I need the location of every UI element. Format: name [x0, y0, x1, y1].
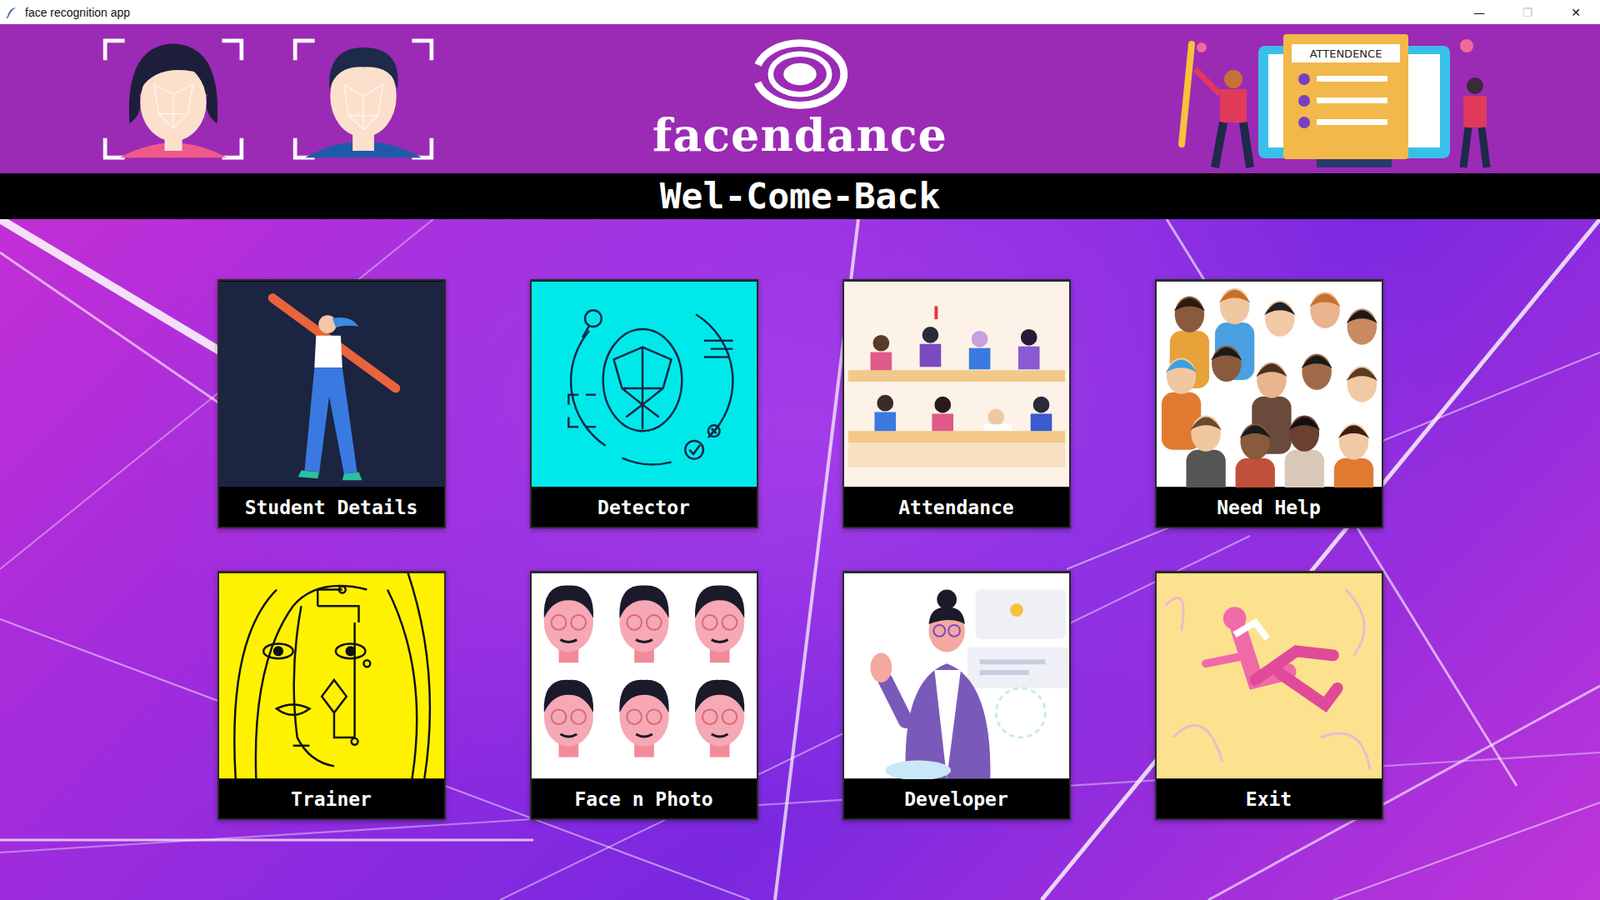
menu-tile[interactable]: Detector: [530, 279, 759, 529]
tile-picture: [219, 572, 445, 780]
face-mesh-detector-icon: [531, 280, 757, 488]
header-banner: facendance ATTENDENCE: [0, 24, 1600, 174]
tile-picture: [1156, 280, 1382, 488]
window-control-button[interactable]: —: [1455, 0, 1504, 25]
tile-picture: [531, 280, 757, 488]
menu-tile[interactable]: Developer: [842, 570, 1071, 820]
attendance-illustration-icon: ATTENDENCE: [1166, 27, 1500, 174]
tile-picture: [1156, 572, 1382, 780]
menu-tile[interactable]: Attendance: [842, 279, 1071, 529]
tile-label: Trainer: [219, 779, 445, 819]
classroom-icon: [844, 280, 1070, 488]
tile-label: Face n Photo: [531, 779, 757, 819]
title-bar: face recognition app —❐✕: [0, 0, 1600, 25]
tile-picture: [219, 280, 445, 488]
tile-label: Exit: [1156, 779, 1382, 819]
menu-tile[interactable]: Exit: [1155, 570, 1384, 820]
window-control-button: ❐: [1503, 0, 1552, 25]
tile-picture: [844, 572, 1070, 780]
tile-picture: [844, 280, 1070, 488]
jumping-figure-icon: [1156, 572, 1382, 780]
circuit-face-icon: [219, 572, 445, 780]
menu-area: Student Details Detector Attendance Need He…: [0, 219, 1600, 900]
face-expressions-icon: [531, 572, 757, 780]
logo-text: facendance: [652, 110, 948, 160]
tile-label: Need Help: [1156, 487, 1382, 527]
window-control-button[interactable]: ✕: [1551, 0, 1600, 25]
brand-logo: facendance: [450, 37, 1150, 160]
banner-text: ATTENDENCE: [1310, 47, 1383, 60]
tile-label: Student Details: [219, 487, 445, 527]
menu-tile[interactable]: Student Details: [217, 279, 446, 529]
menu-tile[interactable]: Face n Photo: [530, 570, 759, 820]
man-face-scan-icon: [290, 35, 437, 163]
welcome-text: Wel-Come-Back: [660, 175, 941, 219]
woman-face-scan-icon: [100, 35, 247, 163]
tile-label: Attendance: [844, 487, 1070, 527]
developer-person-icon: [844, 572, 1070, 780]
feather-icon: [5, 5, 19, 20]
app-window: face recognition app —❐✕ facendance ATTENDE…: [0, 0, 1600, 900]
welcome-bar: Wel-Come-Back: [0, 173, 1600, 220]
window-title: face recognition app: [25, 5, 130, 20]
tile-label: Detector: [531, 487, 757, 527]
tile-label: Developer: [844, 779, 1070, 819]
menu-tile[interactable]: Need Help: [1155, 279, 1384, 529]
menu-grid: Student Details Detector Attendance Need He…: [0, 219, 1600, 820]
menu-tile[interactable]: Trainer: [217, 570, 446, 820]
dancer-icon: [219, 280, 445, 488]
crowd-of-people-icon: [1156, 280, 1382, 488]
tile-picture: [531, 572, 757, 780]
logo-rings-icon: [747, 37, 853, 111]
